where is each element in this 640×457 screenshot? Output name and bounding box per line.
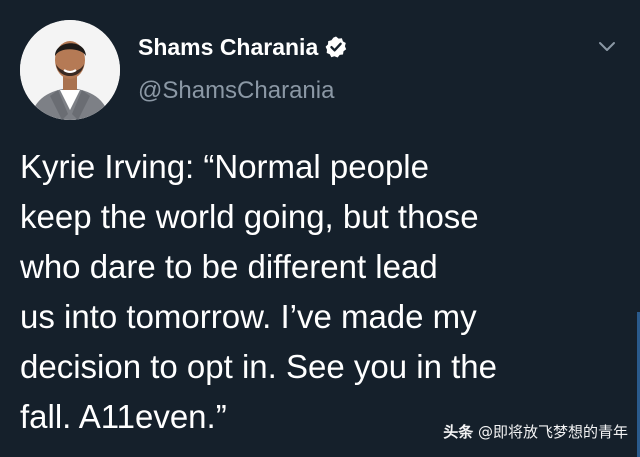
- avatar-image: [20, 20, 120, 120]
- chevron-down-icon[interactable]: [595, 36, 619, 56]
- tweet-card: Shams Charania @ShamsCharania Kyrie Irvi…: [0, 0, 640, 457]
- author-handle[interactable]: @ShamsCharania: [138, 75, 334, 107]
- watermark: 头条 @即将放飞梦想的青年: [443, 421, 628, 442]
- watermark-brand: 头条: [443, 423, 474, 441]
- tweet-text: Kyrie Irving: “Normal people keep the wo…: [20, 148, 497, 435]
- verified-badge-icon: [324, 35, 348, 59]
- author-display-name[interactable]: Shams Charania: [138, 32, 318, 62]
- watermark-account: @即将放飞梦想的青年: [473, 423, 628, 441]
- author-name-row: Shams Charania: [138, 32, 348, 62]
- avatar[interactable]: [20, 20, 120, 120]
